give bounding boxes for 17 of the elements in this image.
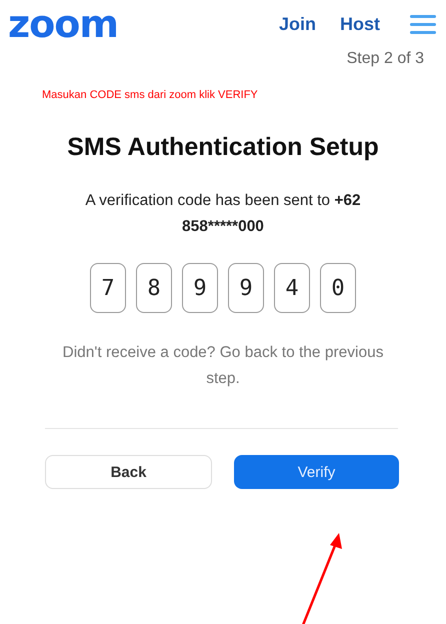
code-digit-field[interactable]: 7 [90, 263, 126, 313]
code-digit-field[interactable]: 0 [320, 263, 356, 313]
back-button[interactable]: Back [45, 455, 212, 489]
verify-button[interactable]: Verify [234, 455, 399, 489]
zoom-logo[interactable]: zoom [8, 5, 118, 43]
code-digit-field[interactable]: 4 [274, 263, 310, 313]
code-digit-field[interactable]: 9 [228, 263, 264, 313]
code-digit-field[interactable]: 9 [182, 263, 218, 313]
resend-hint: Didn't receive a code? Go back to the previous step. [62, 343, 384, 389]
nav-link[interactable]: Join [278, 14, 316, 34]
annotation-note: Masukan CODE sms dari zoom klik VERIFY [42, 89, 259, 101]
menu-icon[interactable] [410, 13, 436, 35]
verification-message: A verification code has been sent to +62 858*****000 [84, 191, 362, 237]
step-indicator: Step 2 of 3 [346, 50, 424, 68]
nav-link[interactable]: Host [340, 14, 380, 34]
code-digit-field[interactable]: 8 [136, 263, 172, 313]
page-title: SMS Authentication Setup [66, 133, 380, 162]
